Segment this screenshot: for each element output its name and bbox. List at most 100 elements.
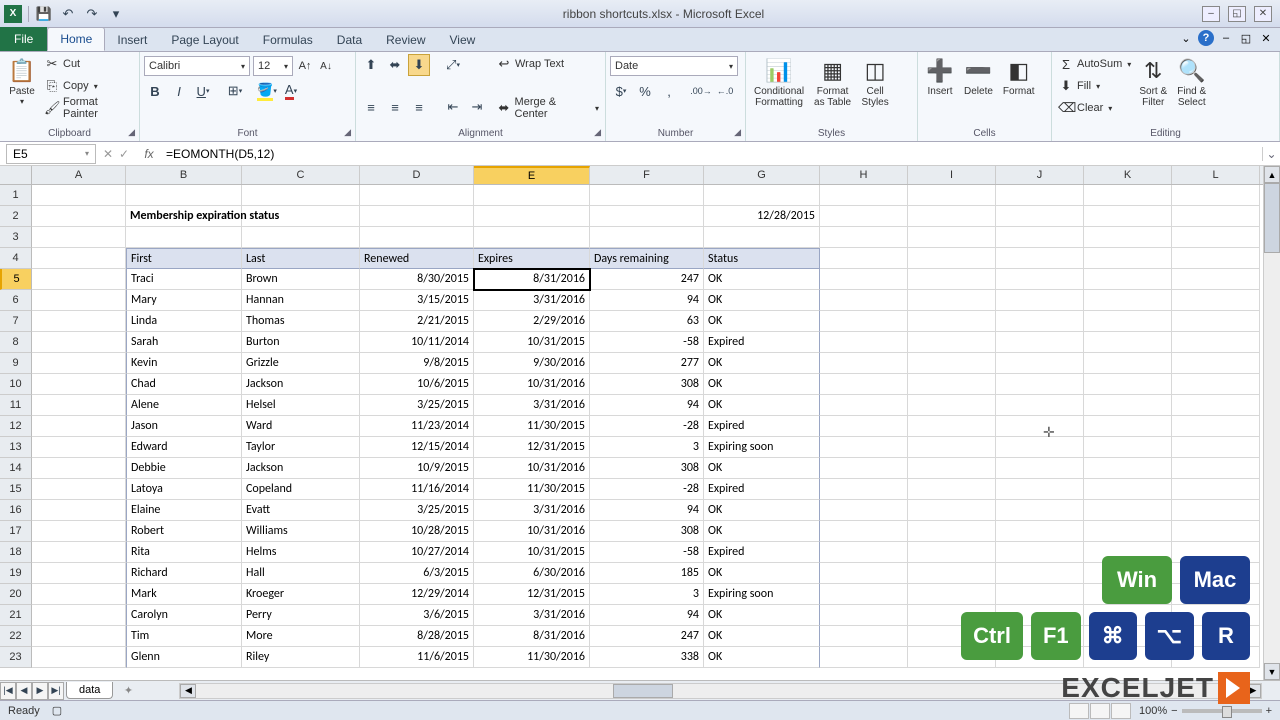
cell-H5[interactable]: [820, 269, 908, 290]
cell-E3[interactable]: [474, 227, 590, 248]
cell-A6[interactable]: [32, 290, 126, 311]
row-header-20[interactable]: 20: [0, 584, 32, 605]
cell-L8[interactable]: [1172, 332, 1260, 353]
row-header-3[interactable]: 3: [0, 227, 32, 248]
cell-I3[interactable]: [908, 227, 996, 248]
clipboard-dialog-icon[interactable]: ◢: [128, 127, 135, 138]
row-header-6[interactable]: 6: [0, 290, 32, 311]
cell-K6[interactable]: [1084, 290, 1172, 311]
decrease-decimal-icon[interactable]: ←.0: [714, 80, 736, 102]
zoom-level[interactable]: 100%: [1139, 705, 1167, 717]
cell-A23[interactable]: [32, 647, 126, 668]
cell-E11[interactable]: 3/31/2016: [474, 395, 590, 416]
insert-cells-button[interactable]: ➕Insert: [922, 54, 958, 118]
cell-C1[interactable]: [242, 185, 360, 206]
cell-B4[interactable]: First: [126, 248, 242, 269]
cell-G17[interactable]: OK: [704, 521, 820, 542]
cell-A10[interactable]: [32, 374, 126, 395]
cell-J8[interactable]: [996, 332, 1084, 353]
cell-A22[interactable]: [32, 626, 126, 647]
format-as-table-button[interactable]: ▦Format as Table: [810, 54, 855, 118]
zoom-slider[interactable]: [1182, 709, 1262, 713]
cell-B11[interactable]: Alene: [126, 395, 242, 416]
cell-H8[interactable]: [820, 332, 908, 353]
cell-E6[interactable]: 3/31/2016: [474, 290, 590, 311]
cell-D4[interactable]: Renewed: [360, 248, 474, 269]
cell-I12[interactable]: [908, 416, 996, 437]
row-header-1[interactable]: 1: [0, 185, 32, 206]
copy-button[interactable]: ⎘Copy▾: [42, 76, 135, 96]
cell-H23[interactable]: [820, 647, 908, 668]
cell-H4[interactable]: [820, 248, 908, 269]
cell-J16[interactable]: [996, 500, 1084, 521]
cell-E9[interactable]: 9/30/2016: [474, 353, 590, 374]
cell-D13[interactable]: 12/15/2014: [360, 437, 474, 458]
cell-B15[interactable]: Latoya: [126, 479, 242, 500]
cell-A15[interactable]: [32, 479, 126, 500]
cell-K12[interactable]: [1084, 416, 1172, 437]
percent-icon[interactable]: %: [634, 80, 656, 102]
cell-C20[interactable]: Kroeger: [242, 584, 360, 605]
cell-E23[interactable]: 11/30/2016: [474, 647, 590, 668]
cell-K15[interactable]: [1084, 479, 1172, 500]
new-sheet-icon[interactable]: ✦: [117, 683, 139, 699]
cell-B8[interactable]: Sarah: [126, 332, 242, 353]
cell-G19[interactable]: OK: [704, 563, 820, 584]
cell-H6[interactable]: [820, 290, 908, 311]
underline-button[interactable]: U▾: [192, 80, 214, 102]
cell-J12[interactable]: [996, 416, 1084, 437]
cell-I6[interactable]: [908, 290, 996, 311]
cell-B18[interactable]: Rita: [126, 542, 242, 563]
cell-F2[interactable]: [590, 206, 704, 227]
cell-G5[interactable]: OK: [704, 269, 820, 290]
cell-J2[interactable]: [996, 206, 1084, 227]
cell-L4[interactable]: [1172, 248, 1260, 269]
cell-A20[interactable]: [32, 584, 126, 605]
cell-G14[interactable]: OK: [704, 458, 820, 479]
clear-button[interactable]: ⌫Clear▾: [1056, 98, 1133, 118]
cell-I5[interactable]: [908, 269, 996, 290]
cell-F6[interactable]: 94: [590, 290, 704, 311]
align-right-icon[interactable]: ≡: [408, 96, 430, 118]
wrap-text-button[interactable]: ↩Wrap Text: [494, 54, 601, 74]
font-dialog-icon[interactable]: ◢: [344, 127, 351, 138]
expand-formula-icon[interactable]: ⌄: [1262, 147, 1280, 161]
col-header-A[interactable]: A: [32, 166, 126, 184]
cell-G21[interactable]: OK: [704, 605, 820, 626]
cell-D11[interactable]: 3/25/2015: [360, 395, 474, 416]
cell-F5[interactable]: 247: [590, 269, 704, 290]
format-cells-button[interactable]: ◧Format: [999, 54, 1039, 118]
cell-K16[interactable]: [1084, 500, 1172, 521]
cell-D21[interactable]: 3/6/2015: [360, 605, 474, 626]
row-header-12[interactable]: 12: [0, 416, 32, 437]
cell-K3[interactable]: [1084, 227, 1172, 248]
row-header-5[interactable]: 5: [0, 269, 32, 290]
increase-indent-icon[interactable]: ⇥: [466, 96, 488, 118]
cell-J3[interactable]: [996, 227, 1084, 248]
cell-C3[interactable]: [242, 227, 360, 248]
cell-E8[interactable]: 10/31/2015: [474, 332, 590, 353]
workbook-restore-icon[interactable]: ◱: [1238, 30, 1254, 46]
currency-icon[interactable]: $▾: [610, 80, 632, 102]
cell-F22[interactable]: 247: [590, 626, 704, 647]
col-header-B[interactable]: B: [126, 166, 242, 184]
cell-H7[interactable]: [820, 311, 908, 332]
cell-E4[interactable]: Expires: [474, 248, 590, 269]
align-top-icon[interactable]: ⬆: [360, 54, 382, 76]
cell-I10[interactable]: [908, 374, 996, 395]
cut-button[interactable]: ✂Cut: [42, 54, 135, 74]
cell-H16[interactable]: [820, 500, 908, 521]
col-header-K[interactable]: K: [1084, 166, 1172, 184]
cell-I14[interactable]: [908, 458, 996, 479]
col-header-D[interactable]: D: [360, 166, 474, 184]
cell-J14[interactable]: [996, 458, 1084, 479]
formula-input[interactable]: =EOMONTH(D5,12): [162, 147, 1262, 161]
cell-I8[interactable]: [908, 332, 996, 353]
cell-B19[interactable]: Richard: [126, 563, 242, 584]
cell-F16[interactable]: 94: [590, 500, 704, 521]
cell-H21[interactable]: [820, 605, 908, 626]
cell-F11[interactable]: 94: [590, 395, 704, 416]
cell-J9[interactable]: [996, 353, 1084, 374]
cell-D14[interactable]: 10/9/2015: [360, 458, 474, 479]
cell-F7[interactable]: 63: [590, 311, 704, 332]
